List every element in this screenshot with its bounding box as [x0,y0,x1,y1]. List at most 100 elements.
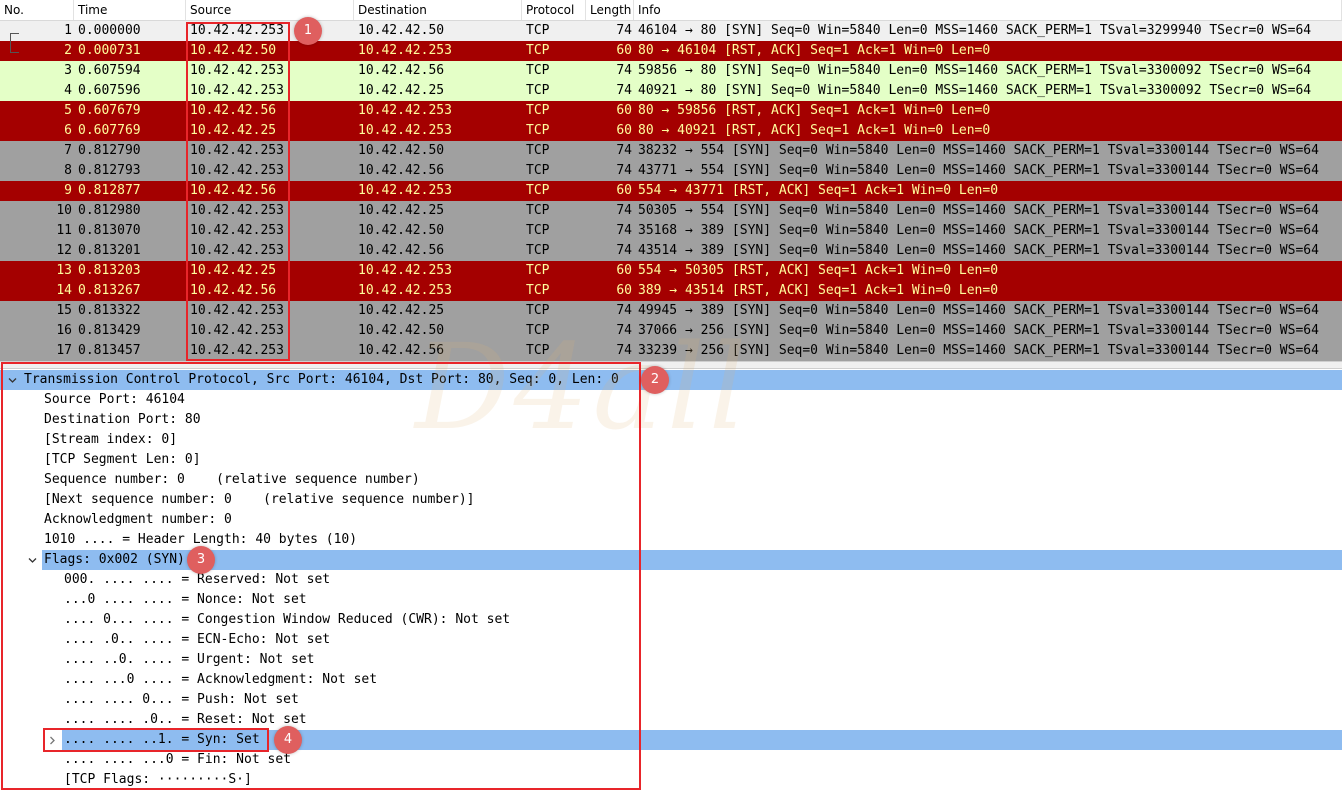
expanded-chevron-icon[interactable] [8,376,17,384]
packet-time-cell: 0.812877 [78,183,141,198]
packet-destination-cell: 10.42.42.50 [358,223,445,238]
packet-protocol-cell: TCP [526,163,550,178]
packet-row[interactable]: 6 0.607769 10.42.42.25 10.42.42.253 TCP 60 80 … [0,121,1342,141]
packet-destination-cell: 10.42.42.50 [358,143,445,158]
tcp-flags-row[interactable]: [TCP Flags: ·········S·] [0,770,1342,790]
packet-info-cell: 35168 → 389 [SYN] Seq=0 Win=5840 Len=0 M… [638,223,1319,238]
packet-protocol-cell: TCP [526,183,550,198]
packet-time-cell: 0.812980 [78,203,141,218]
detail-text: Sequence number: 0 (relative sequence nu… [44,472,420,487]
packet-row[interactable]: 3 0.607594 10.42.42.253 10.42.42.56 TCP 74 598… [0,61,1342,81]
flag-fin-row[interactable]: .... .... ...0 = Fin: Not set [0,750,1342,770]
column-header-time[interactable]: Time [74,0,186,20]
expanded-chevron-icon[interactable] [28,556,37,564]
flag-nonce-row[interactable]: ...0 .... .... = Nonce: Not set [0,590,1342,610]
packet-row[interactable]: 13 0.813203 10.42.42.25 10.42.42.253 TCP 60 55… [0,261,1342,281]
packet-length-cell: 60 [616,183,632,198]
next-sequence-row[interactable]: [Next sequence number: 0 (relative seque… [0,490,1342,510]
packet-row[interactable]: 17 0.813457 10.42.42.253 10.42.42.56 TCP 74 33… [0,341,1342,361]
flag-cwr-row[interactable]: .... 0... .... = Congestion Window Reduc… [0,610,1342,630]
packet-no-cell: 13 [56,263,72,278]
collapsed-chevron-icon[interactable] [48,736,56,745]
detail-text: Flags: 0x002 (SYN) [44,552,185,567]
column-header-protocol[interactable]: Protocol [522,0,586,20]
packet-no-cell: 4 [64,83,72,98]
destination-port-row[interactable]: Destination Port: 80 [0,410,1342,430]
packet-source-cell: 10.42.42.253 [190,323,284,338]
packet-details-tree[interactable]: Transmission Control Protocol, Src Port:… [0,370,1342,793]
column-header-destination[interactable]: Destination [354,0,522,20]
tcp-header-row[interactable]: Transmission Control Protocol, Src Port:… [0,370,1342,390]
detail-text: .... .0.. .... = ECN-Echo: Not set [64,632,331,647]
packet-destination-cell: 10.42.42.56 [358,63,445,78]
packet-no-cell: 8 [64,163,72,178]
packet-protocol-cell: TCP [526,223,550,238]
packet-source-cell: 10.42.42.25 [190,263,277,278]
packet-row[interactable]: 1 0.000000 10.42.42.253 10.42.42.50 TCP 74 461… [0,21,1342,41]
packet-protocol-cell: TCP [526,283,550,298]
column-header-no[interactable]: No. [0,0,74,20]
pane-splitter[interactable] [0,361,1342,369]
column-header-source[interactable]: Source [186,0,354,20]
packet-row[interactable]: 4 0.607596 10.42.42.253 10.42.42.25 TCP 74 409… [0,81,1342,101]
packet-length-cell: 74 [616,323,632,338]
packet-no-cell: 14 [56,283,72,298]
detail-text: Destination Port: 80 [44,412,201,427]
flag-ack-row[interactable]: .... ...0 .... = Acknowledgment: Not set [0,670,1342,690]
flag-syn-row[interactable]: .... .... ..1. = Syn: Set [0,730,1342,750]
ack-number-row[interactable]: Acknowledgment number: 0 [0,510,1342,530]
packet-row[interactable]: 16 0.813429 10.42.42.253 10.42.42.50 TCP 74 37… [0,321,1342,341]
packet-row[interactable]: 10 0.812980 10.42.42.253 10.42.42.25 TCP 74 50… [0,201,1342,221]
packet-time-cell: 0.812790 [78,143,141,158]
detail-text: ...0 .... .... = Nonce: Not set [64,592,307,607]
packet-protocol-cell: TCP [526,63,550,78]
packet-time-cell: 0.813429 [78,323,141,338]
column-header-length[interactable]: Length [586,0,634,20]
packet-time-cell: 0.813322 [78,303,141,318]
packet-length-cell: 74 [616,163,632,178]
packet-info-cell: 40921 → 80 [SYN] Seq=0 Win=5840 Len=0 MS… [638,83,1312,98]
packet-time-cell: 0.813267 [78,283,141,298]
packet-destination-cell: 10.42.42.253 [358,263,452,278]
packet-destination-cell: 10.42.42.50 [358,23,445,38]
packet-row[interactable]: 14 0.813267 10.42.42.56 10.42.42.253 TCP 60 38… [0,281,1342,301]
packet-info-cell: 554 → 43771 [RST, ACK] Seq=1 Ack=1 Win=0… [638,183,999,198]
source-port-row[interactable]: Source Port: 46104 [0,390,1342,410]
stream-index-row[interactable]: [Stream index: 0] [0,430,1342,450]
packet-row[interactable]: 7 0.812790 10.42.42.253 10.42.42.50 TCP 74 382… [0,141,1342,161]
packet-row[interactable]: 12 0.813201 10.42.42.253 10.42.42.56 TCP 74 43… [0,241,1342,261]
segment-len-row[interactable]: [TCP Segment Len: 0] [0,450,1342,470]
packet-protocol-cell: TCP [526,23,550,38]
flag-ecn-row[interactable]: .... .0.. .... = ECN-Echo: Not set [0,630,1342,650]
detail-text: [Stream index: 0] [44,432,178,447]
packet-row[interactable]: 11 0.813070 10.42.42.253 10.42.42.50 TCP 74 35… [0,221,1342,241]
packet-source-cell: 10.42.42.56 [190,283,277,298]
packet-row[interactable]: 9 0.812877 10.42.42.56 10.42.42.253 TCP 60 554… [0,181,1342,201]
packet-source-cell: 10.42.42.253 [190,163,284,178]
selection-highlight [42,550,1342,570]
packet-info-cell: 80 → 40921 [RST, ACK] Seq=1 Ack=1 Win=0 … [638,123,991,138]
packet-row[interactable]: 8 0.812793 10.42.42.253 10.42.42.56 TCP 74 437… [0,161,1342,181]
packet-source-cell: 10.42.42.253 [190,243,284,258]
flag-push-row[interactable]: .... .... 0... = Push: Not set [0,690,1342,710]
flag-urgent-row[interactable]: .... ..0. .... = Urgent: Not set [0,650,1342,670]
packet-source-cell: 10.42.42.253 [190,63,284,78]
packet-length-cell: 74 [616,343,632,358]
packet-no-cell: 7 [64,143,72,158]
detail-text: [Next sequence number: 0 (relative seque… [44,492,475,507]
packet-length-cell: 74 [616,243,632,258]
packet-list[interactable]: 1 0.000000 10.42.42.253 10.42.42.50 TCP 74 461… [0,21,1342,361]
packet-protocol-cell: TCP [526,123,550,138]
packet-row[interactable]: 5 0.607679 10.42.42.56 10.42.42.253 TCP 60 80 … [0,101,1342,121]
packet-info-cell: 43514 → 389 [SYN] Seq=0 Win=5840 Len=0 M… [638,243,1319,258]
column-header-info[interactable]: Info [634,0,1342,20]
packet-no-cell: 11 [56,223,72,238]
packet-row[interactable]: 15 0.813322 10.42.42.253 10.42.42.25 TCP 74 49… [0,301,1342,321]
packet-info-cell: 37066 → 256 [SYN] Seq=0 Win=5840 Len=0 M… [638,323,1319,338]
packet-time-cell: 0.813203 [78,263,141,278]
flag-reset-row[interactable]: .... .... .0.. = Reset: Not set [0,710,1342,730]
packet-time-cell: 0.607594 [78,63,141,78]
sequence-number-row[interactable]: Sequence number: 0 (relative sequence nu… [0,470,1342,490]
packet-source-cell: 10.42.42.253 [190,203,284,218]
packet-row[interactable]: 2 0.000731 10.42.42.50 10.42.42.253 TCP 60 80 … [0,41,1342,61]
